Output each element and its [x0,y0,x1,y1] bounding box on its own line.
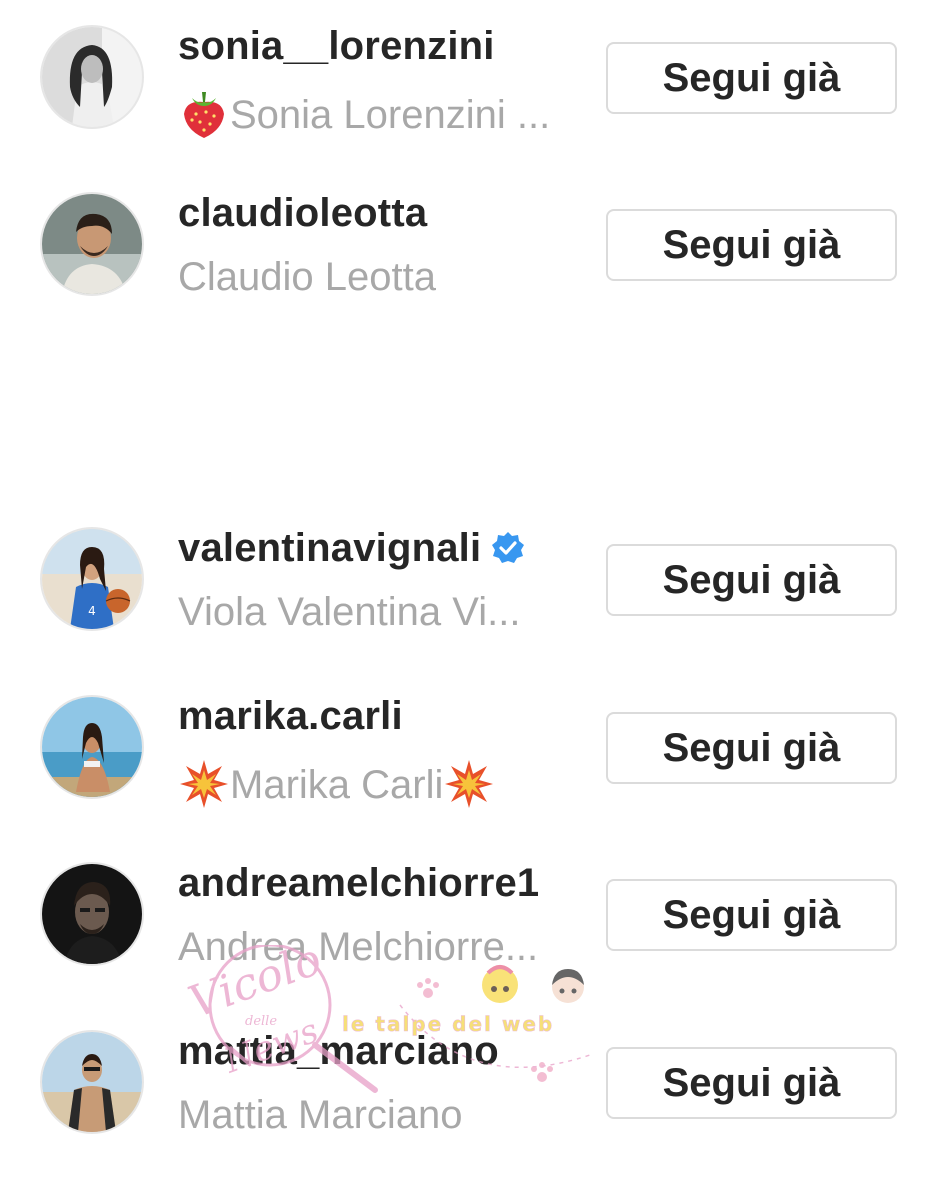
username[interactable]: andreamelchiorre1 [178,861,539,906]
username[interactable]: valentinavignali [178,526,525,571]
following-button[interactable]: Segui già [606,42,897,114]
full-name: Sonia Lorenzini ... [178,88,550,140]
list-item[interactable]: andreamelchiorre1 Andrea Melchiorre... S… [0,837,938,977]
verified-badge-icon [492,532,525,563]
full-name: Mattia Marciano [178,1093,463,1137]
list-item[interactable]: claudioleotta Claudio Leotta Segui già [0,167,938,307]
avatar[interactable] [40,25,144,129]
following-button[interactable]: Segui già [606,1047,897,1119]
username[interactable]: sonia__lorenzini [178,24,495,69]
following-button[interactable]: Segui già [606,879,897,951]
strawberry-emoji [178,88,230,140]
username[interactable]: marika.carli [178,694,403,739]
full-name-text: Marika Carli [230,763,444,807]
following-button[interactable]: Segui già [606,712,897,784]
avatar[interactable] [40,862,144,966]
avatar[interactable] [40,1030,144,1134]
full-name: Marika Carli [178,758,495,810]
username[interactable]: mattia_marciano [178,1029,499,1074]
avatar[interactable] [40,695,144,799]
list-item[interactable]: sonia__lorenzini Sonia Lorenzini ... Seg… [0,0,938,140]
full-name: Andrea Melchiorre... [178,925,539,969]
username[interactable]: claudioleotta [178,191,427,236]
full-name: Claudio Leotta [178,255,436,299]
avatar[interactable]: 4 [40,527,144,631]
avatar[interactable] [40,192,144,296]
full-name-text: Sonia Lorenzini ... [230,93,551,137]
collision-emoji [443,758,495,810]
following-button[interactable]: Segui già [606,544,897,616]
list-item[interactable]: mattia_marciano Mattia Marciano Segui gi… [0,1005,938,1145]
following-button[interactable]: Segui già [606,209,897,281]
collision-emoji [178,758,230,810]
username-text: valentinavignali [178,526,482,570]
list-item[interactable]: marika.carli Marika Carli Segui già [0,670,938,810]
list-item[interactable]: 4 valentinavignali Viola Valentina Vi...… [0,502,938,642]
svg-text:4: 4 [88,604,96,618]
full-name: Viola Valentina Vi... [178,590,521,634]
